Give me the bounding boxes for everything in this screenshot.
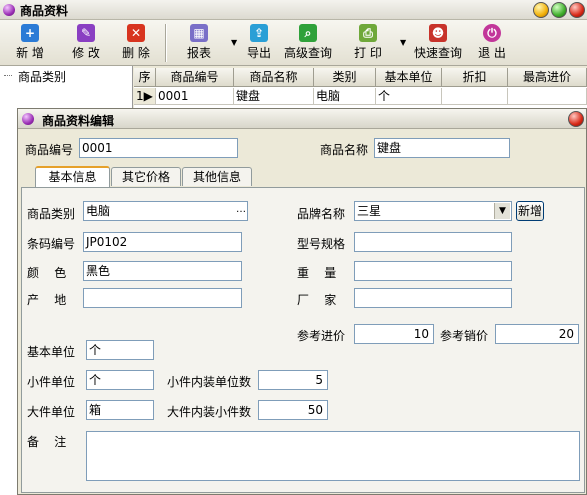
color-label: 颜 色 xyxy=(27,266,67,280)
ref-cost-label: 参考进价 xyxy=(297,329,346,343)
minimize-icon[interactable] xyxy=(533,2,549,18)
toolbar-separator xyxy=(165,24,167,62)
grid-header-category[interactable]: 类别 xyxy=(314,68,376,87)
power-icon: ⏻ xyxy=(483,24,501,42)
large-qty-label: 大件内装小件数 xyxy=(167,405,252,419)
product-grid[interactable]: 序号 商品编号 商品名称 类别 基本单位 折扣 最高进价 1▶ 0001 键盘 … xyxy=(134,68,587,108)
dialog-titlebar: 商品资料编辑 xyxy=(18,109,586,129)
tab-basic-info[interactable]: 基本信息 xyxy=(35,166,110,187)
barcode-label: 条码编号 xyxy=(27,237,76,251)
base-unit-label: 基本单位 xyxy=(27,345,76,359)
maximize-icon[interactable] xyxy=(551,2,567,18)
tree-root-category[interactable]: 商品类别 xyxy=(18,68,66,85)
delete-icon: ✕ xyxy=(127,24,145,42)
product-name-field[interactable]: 键盘 xyxy=(374,138,510,158)
grid-cell-code[interactable]: 0001 xyxy=(156,88,234,105)
model-label: 型号规格 xyxy=(297,237,346,251)
basic-info-panel: 商品类别 电脑 … 品牌名称 三星 ▼ 新增 条码编号 JP0102 型号规格 … xyxy=(21,187,585,493)
dialog-icon xyxy=(22,113,34,125)
tab-other-info[interactable]: 其他信息 xyxy=(182,167,252,186)
print-icon: ⎙ xyxy=(359,24,377,42)
brand-new-button[interactable]: 新增 xyxy=(516,201,544,221)
plus-icon: + xyxy=(21,24,39,42)
print-button[interactable]: ⎙ 打 印 xyxy=(346,22,390,64)
product-name-label: 商品名称 xyxy=(320,143,369,157)
product-code-field[interactable]: 0001 xyxy=(79,138,238,158)
export-icon: ⇪ xyxy=(250,24,268,42)
search-icon: ⌕ xyxy=(299,24,317,42)
advanced-query-button[interactable]: ⌕ 高级查询 xyxy=(280,22,336,64)
small-unit-field[interactable]: 个 xyxy=(86,370,154,390)
dialog-close-icon[interactable] xyxy=(568,111,584,127)
grid-cell-unit[interactable]: 个 xyxy=(376,88,442,105)
small-qty-label: 小件内装单位数 xyxy=(167,375,252,389)
tab-other-prices[interactable]: 其它价格 xyxy=(111,167,181,186)
grid-header-index: 序号 xyxy=(134,68,156,102)
weight-field[interactable] xyxy=(354,261,512,281)
close-icon[interactable] xyxy=(569,2,585,18)
model-field[interactable] xyxy=(354,232,512,252)
origin-field[interactable] xyxy=(83,288,242,308)
browse-ellipsis-icon[interactable]: … xyxy=(235,202,247,220)
report-button[interactable]: ▦ 报表 xyxy=(178,22,220,64)
users-icon: ☻ xyxy=(429,24,447,42)
grid-cell-name[interactable]: 键盘 xyxy=(234,88,314,105)
quick-query-button[interactable]: ☻ 快速查询 xyxy=(410,22,466,64)
grid-header-discount[interactable]: 折扣 xyxy=(442,68,508,87)
exit-button[interactable]: ⏻ 退 出 xyxy=(470,22,514,64)
ref-cost-field[interactable]: 10 xyxy=(354,324,434,344)
report-icon: ▦ xyxy=(190,24,208,42)
ref-sale-field[interactable]: 20 xyxy=(495,324,579,344)
grid-cell-max-price[interactable] xyxy=(508,88,587,105)
small-unit-label: 小件单位 xyxy=(27,375,76,389)
weight-label: 重 量 xyxy=(297,266,337,280)
print-dropdown-icon[interactable]: ▼ xyxy=(400,38,406,47)
grid-header-name[interactable]: 商品名称 xyxy=(234,68,314,87)
origin-label: 产 地 xyxy=(27,293,67,307)
color-field[interactable]: 黑色 xyxy=(83,261,242,281)
grid-header-max-price[interactable]: 最高进价 xyxy=(508,68,587,87)
product-edit-dialog: 商品资料编辑 商品编号 0001 商品名称 键盘 基本信息 其它价格 其他信息 … xyxy=(17,108,587,495)
report-dropdown-icon[interactable]: ▼ xyxy=(231,38,237,47)
barcode-field[interactable]: JP0102 xyxy=(83,232,242,252)
product-code-label: 商品编号 xyxy=(25,143,74,157)
manufacturer-label: 厂 家 xyxy=(297,293,337,307)
tree-connector xyxy=(4,75,12,76)
new-button[interactable]: + 新 增 xyxy=(6,22,54,64)
row-pointer-icon: ▶ xyxy=(143,89,153,103)
category-label: 商品类别 xyxy=(27,207,76,221)
window-titlebar: 商品资料 xyxy=(0,0,587,20)
grid-header-code[interactable]: 商品编号 xyxy=(156,68,234,87)
large-unit-label: 大件单位 xyxy=(27,405,76,419)
manufacturer-field[interactable] xyxy=(354,288,512,308)
toolbar: + 新 增 ✎ 修 改 ✕ 删 除 ▦ 报表 ▼ ⇪ 导出 ⌕ 高级查询 ⎙ 打… xyxy=(0,20,587,66)
table-row-selector[interactable]: 1▶ xyxy=(134,88,156,105)
brand-select[interactable]: 三星 ▼ xyxy=(354,201,512,221)
dialog-title: 商品资料编辑 xyxy=(42,114,115,128)
window-title: 商品资料 xyxy=(20,4,69,18)
edit-button[interactable]: ✎ 修 改 xyxy=(62,22,110,64)
ref-sale-label: 参考销价 xyxy=(440,329,489,343)
grid-header-unit[interactable]: 基本单位 xyxy=(376,68,442,87)
tab-strip: 基本信息 其它价格 其他信息 xyxy=(26,166,581,189)
grid-cell-discount[interactable] xyxy=(442,88,508,105)
large-qty-field[interactable]: 50 xyxy=(258,400,328,420)
app-icon xyxy=(3,4,15,16)
chevron-down-icon[interactable]: ▼ xyxy=(494,203,510,219)
export-button[interactable]: ⇪ 导出 xyxy=(243,22,275,64)
grid-cell-category[interactable]: 电脑 xyxy=(314,88,376,105)
note-textarea[interactable] xyxy=(86,431,580,481)
small-qty-field[interactable]: 5 xyxy=(258,370,328,390)
brand-label: 品牌名称 xyxy=(297,207,346,221)
note-label: 备 注 xyxy=(27,435,67,449)
edit-icon: ✎ xyxy=(77,24,95,42)
delete-button[interactable]: ✕ 删 除 xyxy=(112,22,160,64)
category-field[interactable]: 电脑 … xyxy=(83,201,248,221)
large-unit-field[interactable]: 箱 xyxy=(86,400,154,420)
base-unit-field[interactable]: 个 xyxy=(86,340,154,360)
